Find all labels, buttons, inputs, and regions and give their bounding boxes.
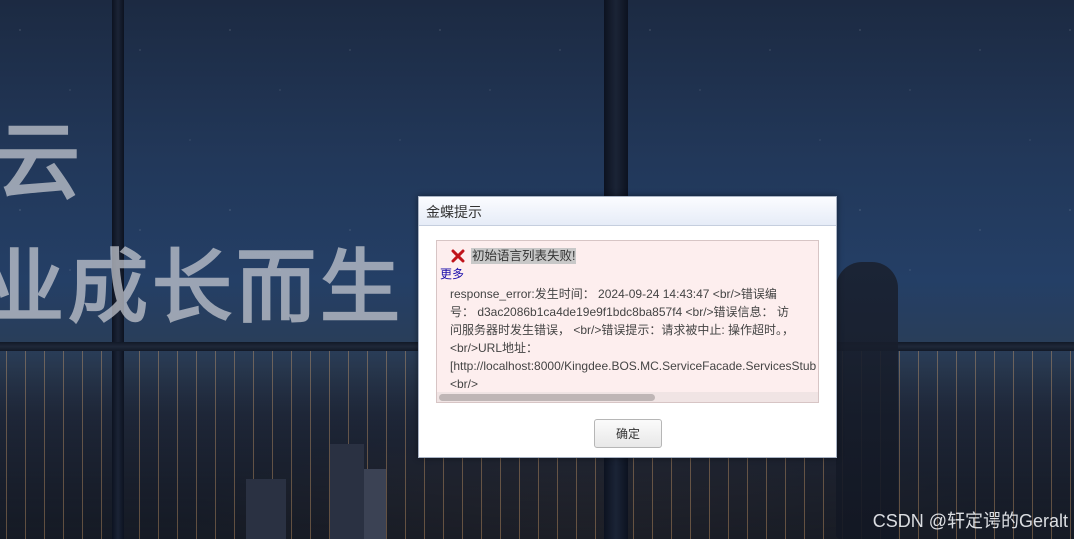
building [246, 479, 286, 539]
slogan-line-2: 业成长而生 [0, 243, 404, 332]
building [330, 444, 364, 539]
detail-line: <br/>URL地址： [450, 341, 539, 355]
detail-line: response_error:发生时间： 2024-09-24 14:43:47… [450, 287, 777, 301]
error-header: 初始语言列表失败! [451, 247, 577, 265]
dialog-title[interactable]: 金蝶提示 [419, 197, 836, 226]
detail-line: [http://localhost:8000/Kingdee.BOS.MC.Se… [450, 359, 817, 373]
error-message-box: 初始语言列表失败! 更多 response_error:发生时间： 2024-0… [436, 240, 819, 403]
error-message: 初始语言列表失败! [471, 248, 577, 264]
detail-line: 问服务器时发生错误， <br/>错误提示：请求被中止: 操作超时。， [450, 323, 795, 337]
kingdee-alert-dialog: 金蝶提示 初始语言列表失败! 更多 response_error:发生时间： 2… [418, 196, 837, 458]
person-silhouette [836, 262, 898, 539]
close-x-icon [451, 249, 465, 263]
horizontal-scrollbar[interactable] [437, 392, 818, 402]
scrollbar-thumb[interactable] [439, 394, 655, 401]
slogan-line-1: 云 [0, 115, 83, 209]
ok-button[interactable]: 确定 [594, 419, 662, 448]
error-details: response_error:发生时间： 2024-09-24 14:43:47… [450, 285, 816, 393]
detail-line: <br/> [450, 377, 479, 391]
detail-line: 号： d3ac2086b1ca4de19e9f1bdc8ba857f4 <br/… [450, 305, 789, 319]
more-details-link[interactable]: 更多 [440, 267, 464, 281]
building [364, 469, 386, 539]
watermark: CSDN @轩定谔的Geralt [872, 511, 1068, 531]
